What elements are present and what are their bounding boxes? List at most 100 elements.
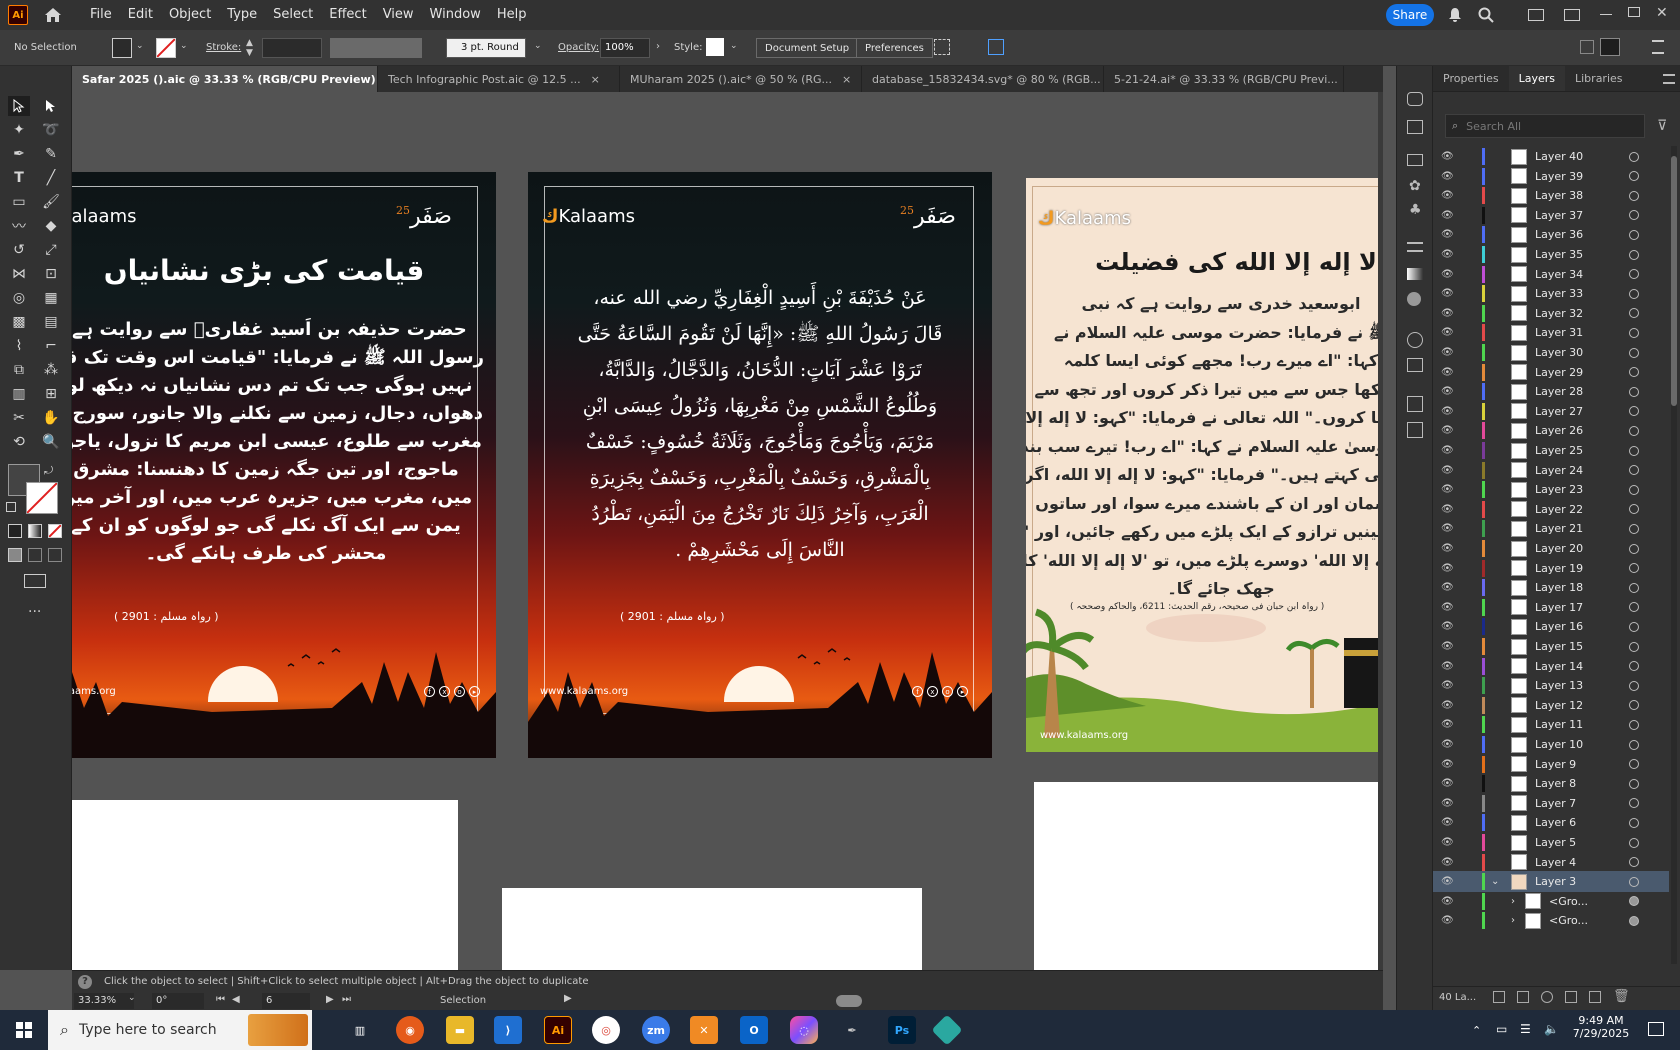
layer-name[interactable]: Layer 13: [1535, 679, 1583, 692]
brushes-icon[interactable]: ✿: [1409, 178, 1421, 194]
horizontal-scrollbar-thumb[interactable]: [836, 995, 862, 1007]
chevron-down-icon[interactable]: ⌄: [730, 41, 738, 51]
visibility-eye-icon[interactable]: 👁: [1441, 367, 1455, 378]
tab-libraries[interactable]: Libraries: [1565, 66, 1633, 91]
target-circle-icon[interactable]: [1629, 229, 1639, 240]
layer-row[interactable]: 👁 Layer 35: [1433, 244, 1669, 265]
workspace-icon[interactable]: [1564, 9, 1580, 21]
layer-row[interactable]: 👁 Layer 26: [1433, 420, 1669, 441]
layer-row[interactable]: 👁 Layer 21: [1433, 518, 1669, 539]
app-diamond-icon[interactable]: [931, 1014, 963, 1046]
layer-row[interactable]: 👁 Layer 9: [1433, 754, 1669, 775]
opacity-label[interactable]: Opacity:: [558, 42, 599, 53]
layer-row[interactable]: 👁 Layer 19: [1433, 558, 1669, 579]
rotate-view-tool-icon[interactable]: ⟲: [8, 432, 30, 452]
layer-row[interactable]: 👁 Layer 6: [1433, 812, 1669, 833]
visibility-eye-icon[interactable]: 👁: [1441, 876, 1455, 887]
visibility-eye-icon[interactable]: 👁: [1441, 621, 1455, 632]
layer-row[interactable]: 👁 Layer 12: [1433, 695, 1669, 716]
symbol-sprayer-tool-icon[interactable]: ⁂: [40, 360, 62, 380]
shaper-tool-icon[interactable]: 〰: [8, 216, 30, 236]
last-artboard-icon[interactable]: ⏭: [342, 994, 351, 1005]
tab-properties[interactable]: Properties: [1433, 66, 1509, 91]
menu-type[interactable]: Type: [219, 0, 265, 30]
target-circle-icon[interactable]: [1629, 641, 1639, 652]
target-circle-icon[interactable]: [1629, 621, 1639, 632]
layer-name[interactable]: Layer 3: [1535, 875, 1576, 888]
photoshop-icon[interactable]: Ps: [888, 1016, 916, 1044]
mesh-tool-icon[interactable]: ▩: [8, 312, 30, 332]
target-circle-icon[interactable]: [1629, 445, 1639, 456]
perspective-grid-tool-icon[interactable]: ▦: [40, 288, 62, 308]
visibility-eye-icon[interactable]: 👁: [1441, 563, 1455, 574]
layers-scrollbar[interactable]: [1671, 146, 1677, 964]
layer-row[interactable]: 👁 › <Gro...: [1433, 910, 1669, 931]
layer-row[interactable]: 👁 Layer 14: [1433, 656, 1669, 677]
layer-name[interactable]: Layer 22: [1535, 503, 1583, 516]
layer-name[interactable]: Layer 21: [1535, 522, 1583, 535]
target-circle-icon[interactable]: [1629, 543, 1639, 554]
pen-tool-icon[interactable]: ✒: [8, 144, 30, 164]
swatches-icon[interactable]: [1407, 154, 1423, 166]
layer-row[interactable]: 👁 Layer 17: [1433, 597, 1669, 618]
tab-tech-infographic[interactable]: Tech Infographic Post.aic @ 12.5 ... ×: [378, 66, 620, 92]
visibility-eye-icon[interactable]: 👁: [1441, 700, 1455, 711]
layer-row[interactable]: 👁 Layer 18: [1433, 577, 1669, 598]
free-transform-tool-icon[interactable]: ⊡: [40, 264, 62, 284]
target-circle-icon[interactable]: [1629, 700, 1639, 711]
visibility-eye-icon[interactable]: 👁: [1441, 523, 1455, 534]
tab-muharam-2025[interactable]: MUharam 2025 ().aic* @ 50 % (RG... ×: [620, 66, 862, 92]
blank-artboard[interactable]: [502, 888, 922, 970]
layer-name[interactable]: Layer 4: [1535, 856, 1576, 869]
vertical-scrollbar[interactable]: [1378, 92, 1383, 970]
target-circle-icon[interactable]: [1629, 896, 1639, 907]
brush-definition[interactable]: 3 pt. Round: [446, 38, 526, 58]
chevron-down-icon[interactable]: ⌄: [534, 41, 542, 51]
chevron-down-icon[interactable]: ⌄: [136, 41, 144, 51]
direct-selection-tool-icon[interactable]: [40, 96, 62, 116]
target-circle-icon[interactable]: [1629, 504, 1639, 515]
layer-row[interactable]: 👁 Layer 33: [1433, 283, 1669, 304]
visibility-eye-icon[interactable]: 👁: [1441, 915, 1455, 926]
layer-name[interactable]: Layer 34: [1535, 268, 1583, 281]
properties-toggle-icon[interactable]: [1600, 38, 1620, 56]
zoom-input[interactable]: 33.33%: [74, 993, 134, 1009]
tab-5-21-24[interactable]: 5-21-24.ai* @ 33.33 % (RGB/CPU Previ...×: [1104, 66, 1344, 92]
xampp-icon[interactable]: ✕: [690, 1016, 718, 1044]
draw-normal-icon[interactable]: [8, 548, 22, 562]
measure-tool-icon[interactable]: ⌐: [40, 336, 62, 356]
visibility-eye-icon[interactable]: 👁: [1441, 151, 1455, 162]
layer-name[interactable]: Layer 11: [1535, 718, 1583, 731]
shape-builder-tool-icon[interactable]: ◎: [8, 288, 30, 308]
creative-cloud-icon[interactable]: ◌: [790, 1016, 818, 1044]
target-circle-icon[interactable]: [1629, 288, 1639, 299]
make-clipping-mask-icon[interactable]: [1541, 991, 1553, 1003]
layer-row[interactable]: 👁 Layer 13: [1433, 675, 1669, 696]
visibility-eye-icon[interactable]: 👁: [1441, 269, 1455, 280]
layer-name[interactable]: Layer 9: [1535, 758, 1576, 771]
line-tool-icon[interactable]: ╱: [40, 168, 62, 188]
target-circle-icon[interactable]: [1629, 582, 1639, 593]
tab-layers[interactable]: Layers: [1508, 66, 1565, 91]
clock[interactable]: 9:49 AM 7/29/2025: [1570, 1014, 1632, 1040]
target-circle-icon[interactable]: [1629, 857, 1639, 868]
document-setup-button[interactable]: Document Setup: [756, 38, 859, 58]
visibility-eye-icon[interactable]: 👁: [1441, 661, 1455, 672]
target-circle-icon[interactable]: [1629, 798, 1639, 809]
layer-name[interactable]: Layer 28: [1535, 385, 1583, 398]
layer-name[interactable]: Layer 17: [1535, 601, 1583, 614]
appearance-icon[interactable]: [1407, 92, 1423, 106]
layer-name[interactable]: Layer 29: [1535, 366, 1583, 379]
target-circle-icon[interactable]: [1629, 739, 1639, 750]
new-layer-icon[interactable]: [1589, 991, 1601, 1003]
task-view-icon[interactable]: ▥: [346, 1016, 374, 1044]
visibility-eye-icon[interactable]: 👁: [1441, 837, 1455, 848]
menu-help[interactable]: Help: [489, 0, 535, 30]
target-circle-icon[interactable]: [1629, 915, 1639, 926]
target-circle-icon[interactable]: [1629, 190, 1639, 201]
layer-name[interactable]: Layer 8: [1535, 777, 1576, 790]
file-explorer-icon[interactable]: ▬: [446, 1016, 474, 1044]
layer-row[interactable]: 👁 Layer 24: [1433, 460, 1669, 481]
visibility-eye-icon[interactable]: 👁: [1441, 504, 1455, 515]
visibility-eye-icon[interactable]: 👁: [1441, 484, 1455, 495]
